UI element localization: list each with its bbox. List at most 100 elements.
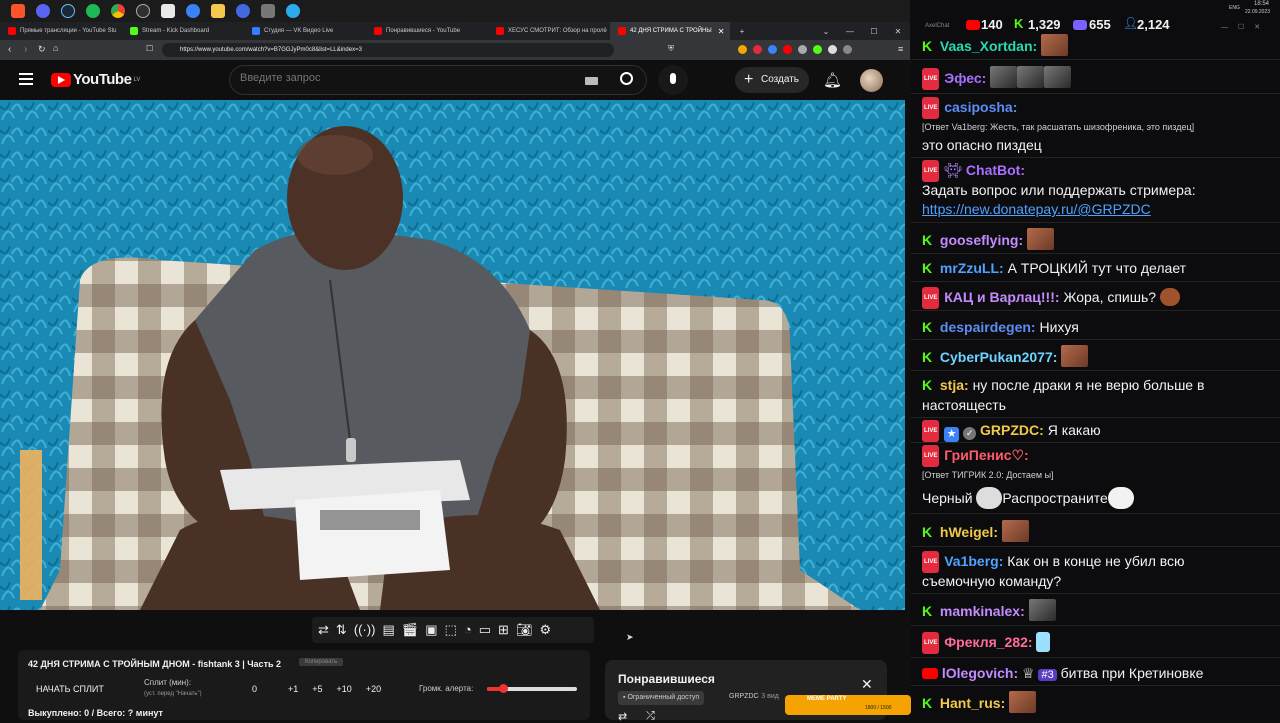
menu-icon[interactable]: ≡ (898, 44, 903, 54)
browser-tab[interactable]: ХЕСУС СМОТРИТ: Обзор на пролё (488, 22, 610, 40)
search-icon[interactable] (620, 72, 633, 85)
loop-icon[interactable]: ⇄ (318, 622, 329, 638)
copy-button[interactable]: Копировать (299, 658, 344, 666)
face-emote-icon (1027, 228, 1055, 250)
picture-in-picture-icon[interactable]: ▣ (425, 622, 437, 638)
sort-icon[interactable]: ⇅ (336, 622, 347, 638)
video-player[interactable] (0, 100, 905, 610)
language-indicator[interactable]: ENG (1229, 5, 1240, 11)
clapper-icon[interactable]: 🎬︎ (402, 622, 419, 638)
app-x-icon[interactable] (161, 4, 175, 18)
start-split-button[interactable]: НАЧАТЬ СПЛИТ (36, 684, 104, 694)
browser-tab[interactable]: Студия — VK Видео Live (244, 22, 366, 40)
watch-later-icon[interactable]: ▤ (382, 622, 394, 638)
maximize-icon[interactable]: ☐ (862, 27, 886, 36)
create-button[interactable]: + Создать (735, 67, 809, 93)
extension-icon[interactable] (828, 45, 837, 54)
steam-icon[interactable] (61, 4, 75, 18)
address-bar-row: ‹ › ↻ ⌂ ☐ https://www.youtube.com/watch?… (0, 40, 910, 60)
forward-icon[interactable]: › (24, 44, 27, 55)
chat-nick[interactable]: stja (940, 377, 964, 393)
chat-nick[interactable]: GRPZDC (980, 422, 1039, 438)
extension-icon[interactable] (798, 45, 807, 54)
hamburger-menu-icon[interactable] (19, 73, 33, 85)
chat-nick[interactable]: mamkinalex (940, 603, 1020, 619)
reload-icon[interactable]: ↻ (38, 44, 46, 55)
settings-gear-icon[interactable]: ⚙ (539, 622, 551, 638)
loop-playlist-icon[interactable]: ⇄ (618, 710, 627, 723)
screenshot-camera-icon[interactable]: 📷︎ (516, 622, 533, 638)
brave-icon[interactable] (11, 4, 25, 18)
chevron-down-icon[interactable]: ⌄ (814, 27, 838, 36)
close-playlist-icon[interactable]: ✕ (861, 676, 873, 693)
bookmark-icon[interactable]: ☐ (146, 44, 153, 53)
playlist-title[interactable]: Понравившиеся (618, 672, 715, 686)
chat-nick[interactable]: Vaas_Xortdan (940, 38, 1033, 54)
window-controls[interactable]: —☐✕ (1221, 23, 1270, 31)
add-frame-icon[interactable]: ⊞ (498, 622, 509, 638)
new-tab-button[interactable]: + (730, 27, 754, 36)
chat-nick[interactable]: CyberPukan2077 (940, 349, 1053, 365)
avatar[interactable] (860, 69, 883, 92)
playlist-owner[interactable]: GRPZDC (729, 693, 759, 700)
chat-nick[interactable]: despairdegen (940, 319, 1031, 335)
chat-nick[interactable]: ChatBot (966, 162, 1020, 178)
chat-nick[interactable]: Va1berg (944, 553, 998, 569)
chat-nick[interactable]: lOlegovich (942, 665, 1014, 681)
chrome-icon[interactable] (111, 4, 125, 18)
alert-volume-knob[interactable] (499, 684, 509, 693)
search-input[interactable] (240, 72, 580, 84)
chat-nick[interactable]: Hant_rus (940, 695, 1001, 711)
home-icon[interactable]: ⌂ (53, 43, 58, 53)
alert-volume-slider[interactable] (487, 684, 577, 693)
chat-nick[interactable]: mrZzuLL (940, 260, 999, 276)
browser-tab[interactable]: Понравившиеся - YouTube (366, 22, 488, 40)
telegram-icon[interactable] (286, 4, 300, 18)
close-tab-icon[interactable]: ✕ (718, 27, 725, 36)
chat-nick[interactable]: Фрекля_282 (944, 634, 1028, 650)
minimize-icon[interactable]: — (838, 27, 862, 36)
split-value[interactable]: 0 (252, 684, 257, 694)
chat-nick[interactable]: КАЦ и Варлац!!! (944, 289, 1055, 305)
extension-icon[interactable] (753, 45, 762, 54)
browser-tab[interactable]: Stream - Kick Dashboard (122, 22, 244, 40)
youtube-logo[interactable]: YouTube LV (51, 71, 140, 88)
chat-nick[interactable]: casiposha (944, 99, 1012, 115)
obs-icon[interactable] (136, 4, 150, 18)
step-plus-10-button[interactable]: +10 (337, 684, 352, 694)
chat-nick[interactable]: gooseflying (940, 232, 1019, 248)
extension-icon[interactable] (768, 45, 777, 54)
extension-icon[interactable] (738, 45, 747, 54)
app-b-icon[interactable] (186, 4, 200, 18)
browser-tab[interactable]: Прямые трансляции - YouTube Stu (0, 22, 122, 40)
folder-icon[interactable] (211, 4, 225, 18)
keyboard-icon[interactable] (585, 77, 598, 85)
extension-icons (738, 45, 852, 54)
back-icon[interactable]: ‹ (8, 44, 11, 55)
browser-tab-active[interactable]: 42 ДНЯ СТРИМА С ТРОЙНЫ ✕ (610, 22, 730, 40)
chat-nick[interactable]: hWeigel (940, 524, 993, 540)
step-plus-20-button[interactable]: +20 (366, 684, 381, 694)
extension-icon[interactable] (783, 45, 792, 54)
broadcast-icon[interactable]: ((·)) (354, 622, 376, 638)
discord-icon[interactable] (36, 4, 50, 18)
theater-mode-icon[interactable]: ▭ (479, 622, 491, 638)
app-p-icon[interactable] (236, 4, 250, 18)
spotify-icon[interactable] (86, 4, 100, 18)
speed-icon[interactable]: ◔ (464, 622, 472, 638)
url-field[interactable]: https://www.youtube.com/watch?v=B7GGJyPm… (162, 43, 614, 57)
donate-link[interactable]: https://new.donatepay.ru/@GRPZDC (922, 199, 1151, 219)
voice-search-button[interactable] (658, 65, 688, 95)
close-window-icon[interactable]: ✕ (886, 27, 910, 36)
chat-nick[interactable]: Эфес (944, 70, 981, 86)
step-plus-1-button[interactable]: +1 (288, 684, 298, 694)
extension-icon[interactable] (813, 45, 822, 54)
step-plus-5-button[interactable]: +5 (312, 684, 322, 694)
notifications-bell-icon[interactable]: 🔔︎ (823, 71, 842, 89)
screen-crop-icon[interactable]: ⬚ (445, 622, 457, 638)
shield-icon[interactable]: ⛨ (668, 44, 674, 54)
shuffle-icon[interactable]: ⤮ (646, 710, 655, 723)
extension-icon[interactable] (843, 45, 852, 54)
app-c-icon[interactable] (261, 4, 275, 18)
chat-nick[interactable]: ГриПенис (944, 447, 1011, 463)
